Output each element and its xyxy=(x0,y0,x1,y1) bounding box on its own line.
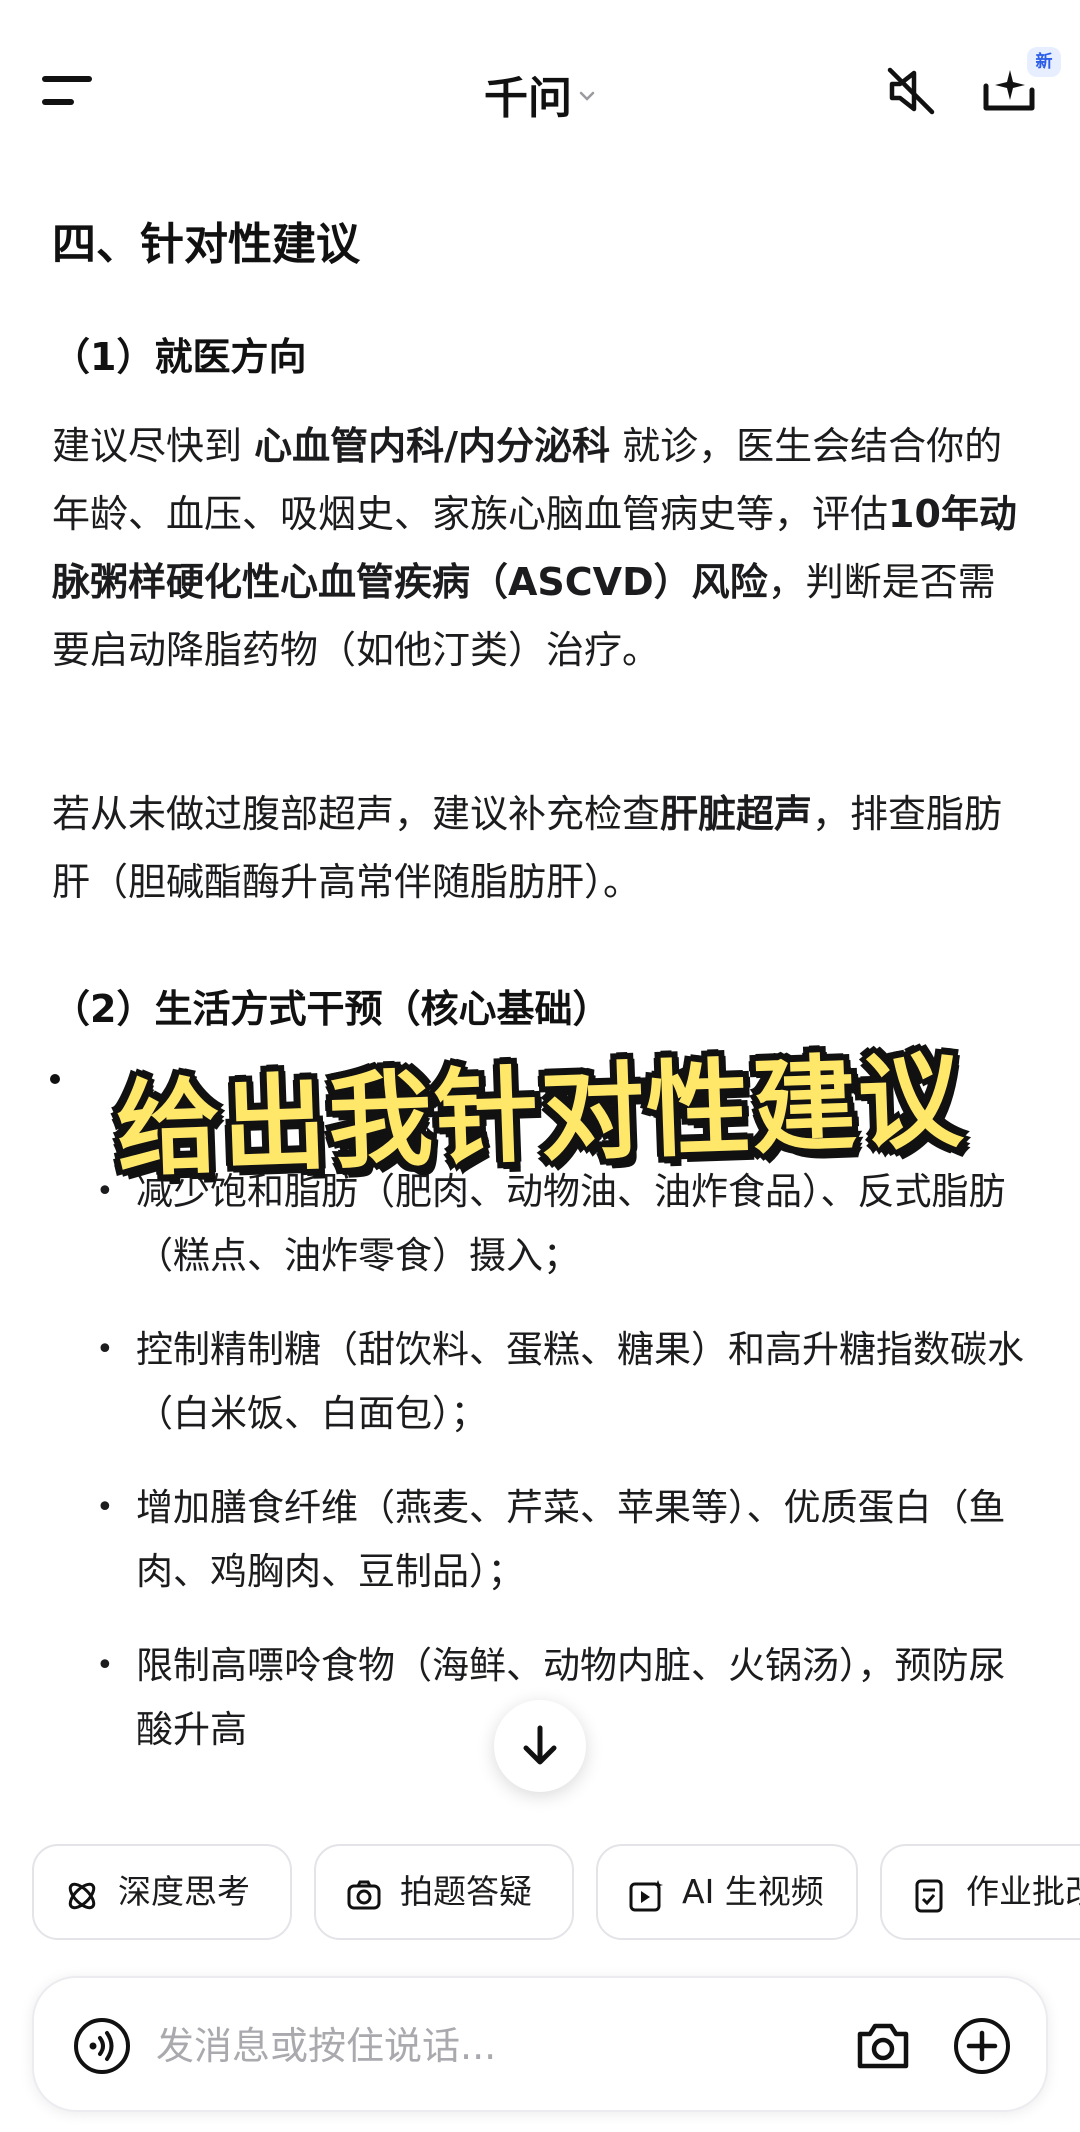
chip-label: AI 生视频 xyxy=(682,1872,824,1911)
chevron-down-icon[interactable] xyxy=(578,90,596,102)
new-badge: 新 xyxy=(1027,47,1061,77)
section-title: 四、针对性建议 xyxy=(52,219,360,270)
message-input-bar xyxy=(32,1976,1048,2112)
paragraph-ultrasound: 若从未做过腹部超声，建议补充检查肝脏超声，排查脂肪肝（胆碱酯酶升高常伴随脂肪肝）… xyxy=(52,792,1003,904)
mute-icon[interactable] xyxy=(884,64,938,118)
chip-label: 深度思考 xyxy=(118,1872,250,1911)
voice-icon[interactable] xyxy=(72,2016,132,2076)
scroll-down-button[interactable] xyxy=(494,1700,586,1792)
chat-message: 四、针对性建议 （1）就医方向 建议尽快到 心血管内科/内分泌科 就诊，医生会结… xyxy=(0,180,1080,1800)
chip-photo-question[interactable]: 拍题答疑 xyxy=(314,1844,574,1940)
plus-icon[interactable] xyxy=(952,2016,1012,2076)
list-item: 控制精制糖（甜饮料、蛋糕、糖果）和高升糖指数碳水（白米饭、白面包）； xyxy=(96,1318,1036,1446)
deep-think-icon xyxy=(68,1882,96,1910)
chip-label: 作业批改 xyxy=(966,1872,1080,1911)
quick-actions: 深度思考 拍题答疑 AI 生视频 作业批改 xyxy=(0,1844,1080,1940)
arrow-down-icon xyxy=(523,1725,557,1765)
chip-ai-video[interactable]: AI 生视频 xyxy=(596,1844,858,1940)
message-input[interactable] xyxy=(156,2012,856,2080)
subsection-title-lifestyle: （2）生活方式干预（核心基础） xyxy=(52,987,611,1031)
ai-video-icon xyxy=(629,1880,663,1912)
chip-homework[interactable]: 作业批改 xyxy=(880,1844,1080,1940)
homework-icon xyxy=(915,1879,943,1913)
chip-deep-think[interactable]: 深度思考 xyxy=(32,1844,292,1940)
camera-icon[interactable] xyxy=(852,2016,914,2076)
list-item: 增加膳食纤维（燕麦、芹菜、苹果等）、优质蛋白（鱼肉、鸡胸肉、豆制品）； xyxy=(96,1476,1036,1604)
top-bar: 千问 新 xyxy=(0,0,1080,180)
app-title[interactable]: 千问 xyxy=(484,73,572,124)
photo-question-icon xyxy=(347,1880,381,1910)
chip-label: 拍题答疑 xyxy=(400,1872,532,1911)
paragraph-medical: 建议尽快到 心血管内科/内分泌科 就诊，医生会结合你的年龄、血压、吸烟史、家族心… xyxy=(52,424,1017,672)
subsection-title-medical: （1）就医方向 xyxy=(52,335,307,379)
